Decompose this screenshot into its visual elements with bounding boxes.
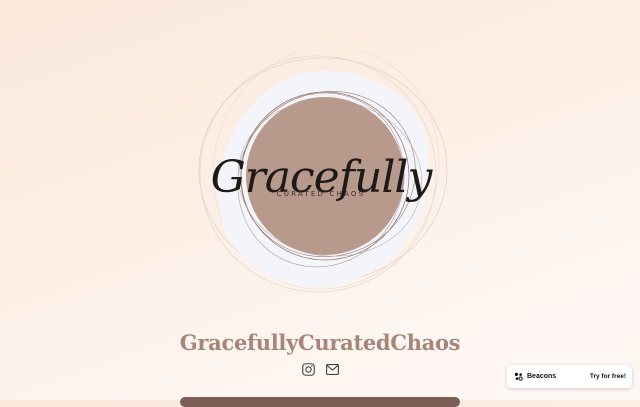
beacons-badge[interactable]: Beacons Try for free! <box>507 365 632 388</box>
badge-brand-label: Beacons <box>527 373 557 380</box>
instagram-link[interactable] <box>301 362 315 376</box>
logo-subtitle: CURATED CHAOS <box>276 190 366 198</box>
mail-icon <box>325 363 339 375</box>
profile-name: GracefullyCuratedChaos <box>179 330 461 355</box>
badge-cta-label: Try for free! <box>589 373 626 380</box>
badge-brand-group: Beacons <box>514 372 556 381</box>
profile-logo: Gracefully CURATED CHAOS <box>190 52 452 302</box>
instagram-icon <box>301 362 315 376</box>
link-button[interactable] <box>180 397 460 407</box>
profile-page: Gracefully CURATED CHAOS GracefullyCurat… <box>0 0 640 407</box>
email-link[interactable] <box>325 362 339 376</box>
beacons-logo-icon <box>514 372 523 381</box>
